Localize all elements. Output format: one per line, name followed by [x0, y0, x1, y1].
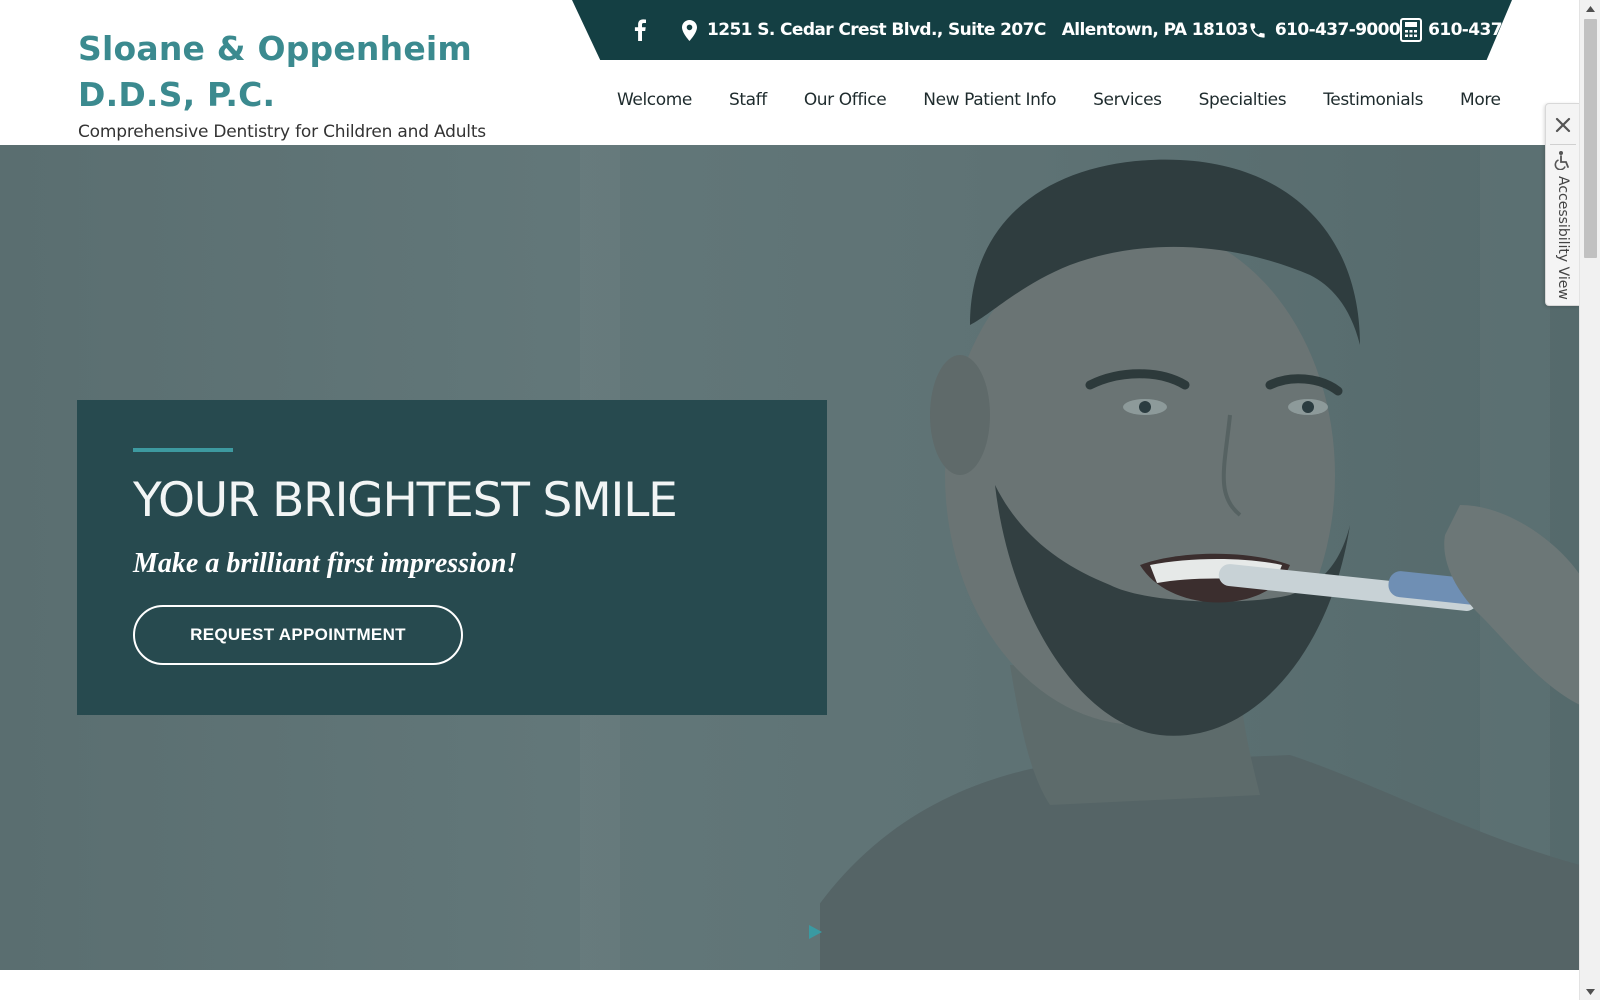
scrollbar-thumb[interactable]	[1584, 19, 1597, 258]
city-text: Allentown, PA 18103	[1061, 20, 1249, 40]
nav-item-new-patient-info[interactable]: New Patient Info	[923, 90, 1056, 110]
hero-title: YOUR BRIGHTEST SMILE	[133, 473, 678, 528]
nav-item-more[interactable]: More	[1460, 90, 1501, 110]
accent-rule	[133, 448, 233, 452]
scroll-down-arrow-icon[interactable]	[1580, 983, 1600, 1000]
address-text: 1251 S. Cedar Crest Blvd., Suite 207C	[707, 20, 1046, 40]
hero-photo-man-brushing-teeth	[820, 159, 1579, 970]
divider	[1550, 144, 1576, 145]
nav-item-services[interactable]: Services	[1093, 90, 1162, 110]
fax-text: 610-437-6298	[1428, 20, 1554, 40]
page-scrollbar[interactable]	[1579, 0, 1600, 1000]
facebook-icon[interactable]	[634, 18, 646, 42]
request-appointment-button[interactable]: REQUEST APPOINTMENT	[133, 605, 463, 665]
close-icon[interactable]	[1546, 108, 1580, 142]
fax-item[interactable]: 610-437-6298	[1400, 18, 1554, 42]
fax-icon	[1400, 18, 1423, 42]
play-icon[interactable]	[806, 923, 824, 941]
phone-item[interactable]: 610-437-9000	[1248, 20, 1401, 40]
scroll-up-arrow-icon[interactable]	[1580, 0, 1600, 17]
logo-title-line1[interactable]: Sloane & Oppenheim	[78, 26, 486, 72]
nav-item-our-office[interactable]: Our Office	[804, 90, 887, 110]
main-nav: Welcome Staff Our Office New Patient Inf…	[617, 90, 1501, 110]
nav-item-welcome[interactable]: Welcome	[617, 90, 692, 110]
contact-bar: 1251 S. Cedar Crest Blvd., Suite 207C Al…	[572, 0, 1512, 60]
hero-slider: YOUR BRIGHTEST SMILE Make a brilliant fi…	[0, 145, 1579, 970]
logo-tagline: Comprehensive Dentistry for Children and…	[78, 122, 486, 142]
nav-item-staff[interactable]: Staff	[729, 90, 767, 110]
hero-card: YOUR BRIGHTEST SMILE Make a brilliant fi…	[77, 400, 827, 715]
phone-text: 610-437-9000	[1274, 20, 1401, 40]
site-header: Sloane & Oppenheim D.D.S, P.C. Comprehen…	[0, 0, 1579, 145]
address-item[interactable]: 1251 S. Cedar Crest Blvd., Suite 207C Al…	[680, 19, 1249, 41]
nav-item-testimonials[interactable]: Testimonials	[1323, 90, 1423, 110]
logo-title-line2[interactable]: D.D.S, P.C.	[78, 72, 486, 118]
site-logo[interactable]: Sloane & Oppenheim D.D.S, P.C. Comprehen…	[78, 26, 486, 142]
hero-subtitle: Make a brilliant first impression!	[133, 548, 518, 579]
map-pin-icon	[680, 19, 698, 41]
accessibility-view-label: Accessibility View	[1555, 176, 1571, 300]
phone-icon	[1248, 20, 1268, 40]
page-content-below-hero	[0, 970, 1579, 1000]
nav-item-specialties[interactable]: Specialties	[1199, 90, 1287, 110]
accessibility-tab[interactable]: Accessibility View	[1545, 103, 1579, 306]
wheelchair-icon	[1554, 151, 1569, 170]
